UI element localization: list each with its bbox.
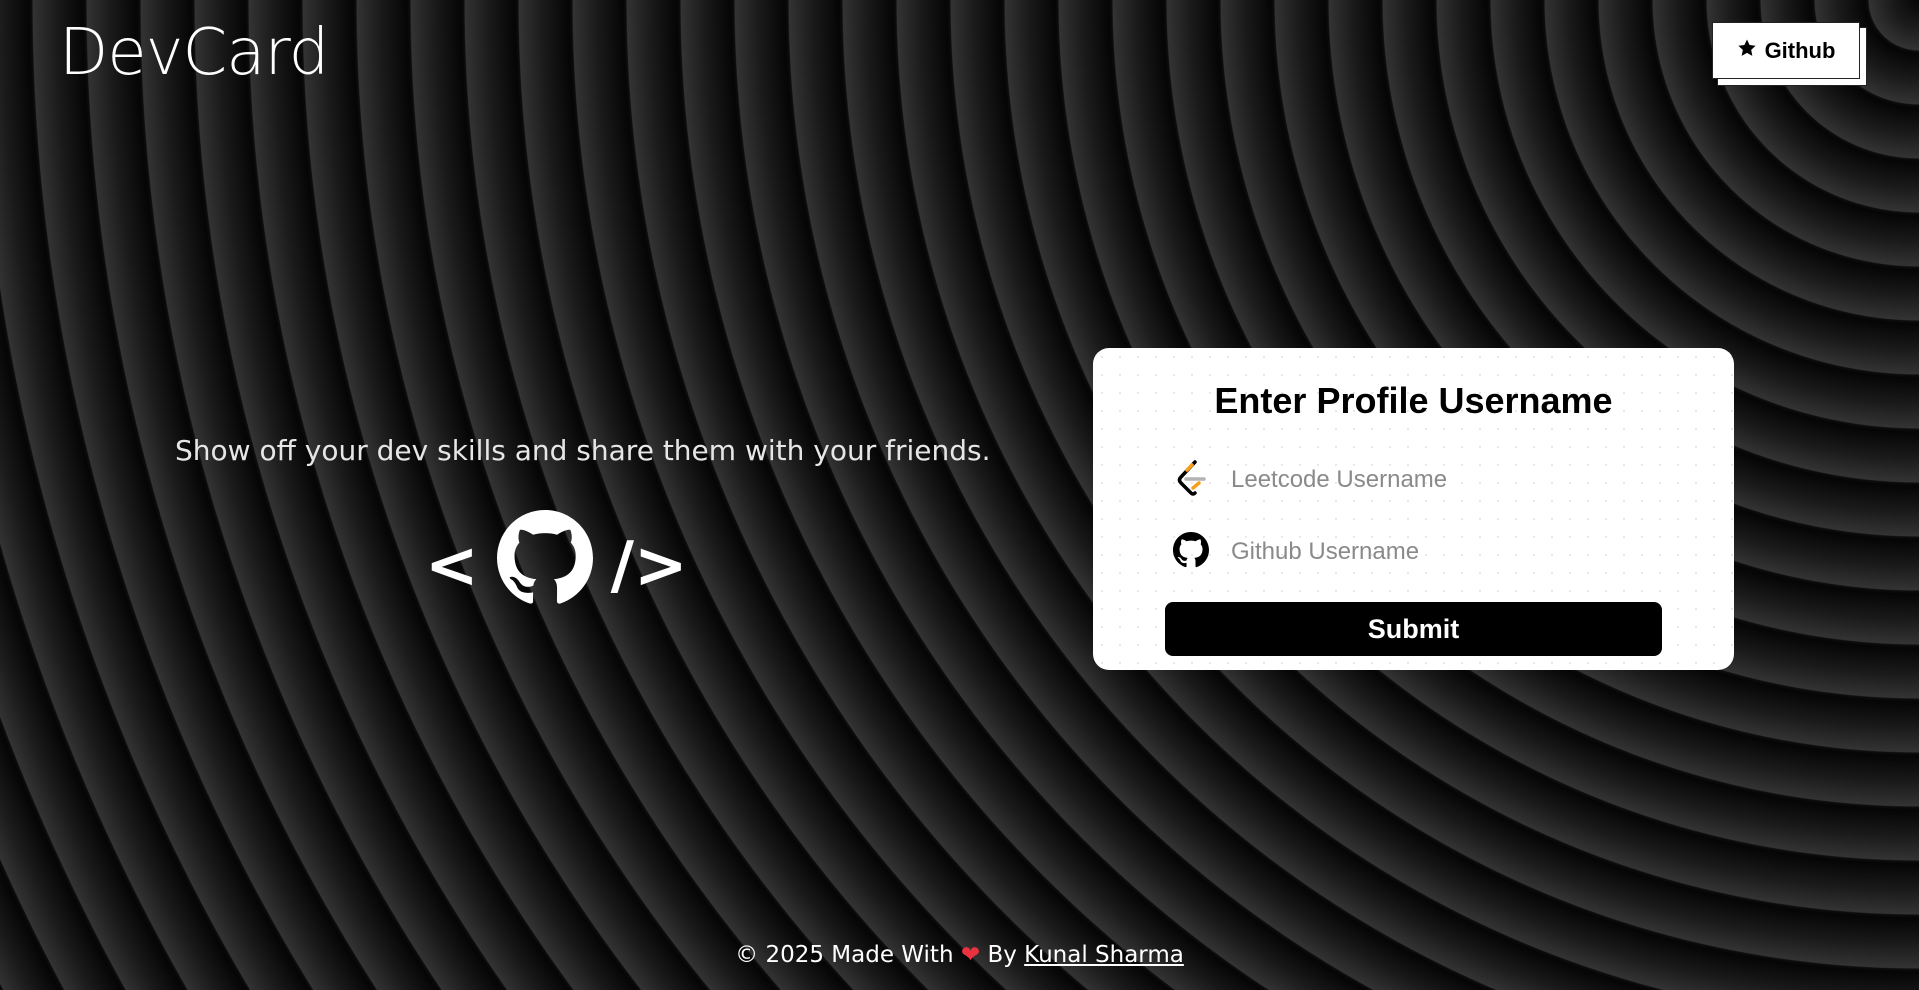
brand-title: DevCard xyxy=(59,16,329,90)
leetcode-username-input[interactable] xyxy=(1229,459,1653,501)
leetcode-field xyxy=(1173,454,1673,506)
leetcode-icon xyxy=(1173,458,1209,502)
github-field xyxy=(1173,526,1673,578)
code-open-bracket: < xyxy=(425,529,479,603)
author-link[interactable]: Kunal Sharma xyxy=(1024,942,1184,968)
hero-code-logo: < /> xyxy=(425,510,688,616)
footer-by: By xyxy=(987,942,1017,968)
profile-form-card: Enter Profile Username Submit xyxy=(1093,348,1734,670)
footer: © 2025 Made With ❤ By Kunal Sharma xyxy=(0,942,1919,968)
github-star-button[interactable]: Github xyxy=(1712,22,1860,79)
form-title: Enter Profile Username xyxy=(1214,380,1613,421)
github-icon xyxy=(1173,532,1209,572)
heart-icon: ❤ xyxy=(960,942,981,968)
footer-copyright: © 2025 Made With xyxy=(735,942,954,968)
github-button-label: Github xyxy=(1764,37,1836,63)
submit-button[interactable]: Submit xyxy=(1165,602,1662,656)
github-octocat-icon xyxy=(496,510,593,622)
github-button-wrapper: Github xyxy=(1712,22,1868,86)
hero-tagline: Show off your dev skills and share them … xyxy=(175,434,991,467)
github-username-input[interactable] xyxy=(1229,531,1653,573)
code-close-bracket: /> xyxy=(610,529,688,603)
star-icon xyxy=(1737,38,1757,64)
